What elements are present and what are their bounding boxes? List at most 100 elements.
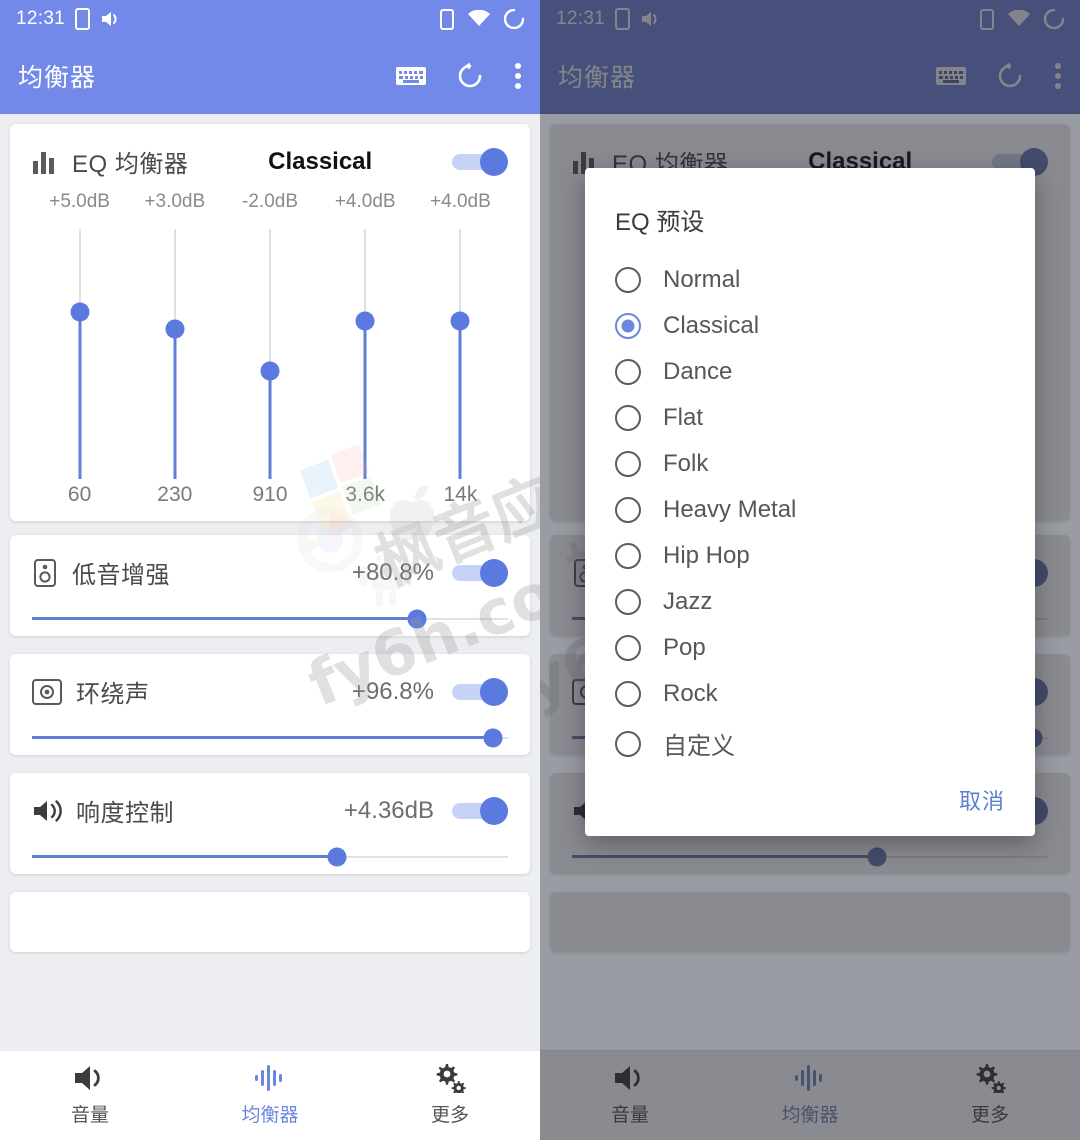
effect-toggle[interactable] xyxy=(452,677,508,706)
eq-band-slider[interactable]: 230 xyxy=(127,229,222,507)
preset-option-label: Classical xyxy=(663,312,760,339)
radio-button[interactable] xyxy=(615,267,641,293)
eq-slider-fill xyxy=(268,370,272,479)
eq-gain-label: +4.0dB xyxy=(430,191,491,212)
effect-card-header: 响度控制 +4.36dB xyxy=(10,773,530,840)
bottom-navigation[interactable]: 音量 均衡器 更多 xyxy=(0,1050,540,1140)
eq-slider-fill xyxy=(78,312,82,479)
nav-item-label: 更多 xyxy=(430,1105,469,1126)
effect-card-partial xyxy=(10,892,530,952)
keyboard-icon[interactable] xyxy=(396,65,426,87)
effect-title: 低音增强 xyxy=(72,562,170,589)
preset-option-label: 自定义 xyxy=(663,733,735,760)
radio-button[interactable] xyxy=(615,681,641,707)
radio-button[interactable] xyxy=(615,497,641,523)
equalizer-bars-icon xyxy=(32,150,58,174)
radio-button[interactable] xyxy=(615,635,641,661)
effect-slider-thumb[interactable] xyxy=(327,847,347,867)
wifi-icon xyxy=(467,10,491,28)
eq-band-slider[interactable]: 3.6k xyxy=(318,229,413,507)
preset-option-rock[interactable]: Rock xyxy=(585,671,1035,717)
effect-value: +4.36dB xyxy=(343,796,434,824)
eq-gain-label: +3.0dB xyxy=(144,191,206,212)
preset-option-heavy-metal[interactable]: Heavy Metal xyxy=(585,487,1035,533)
nav-item-均衡器[interactable]: 均衡器 xyxy=(180,1063,360,1127)
effect-toggle[interactable] xyxy=(452,558,508,587)
nav-item-label: 均衡器 xyxy=(241,1105,299,1126)
preset-option-label: Pop xyxy=(663,634,706,661)
eq-slider-thumb[interactable] xyxy=(355,311,375,331)
eq-band-slider[interactable]: 14k xyxy=(413,229,508,507)
preset-option-folk[interactable]: Folk xyxy=(585,441,1035,487)
effect-slider-thumb[interactable] xyxy=(483,728,503,748)
radio-button[interactable] xyxy=(615,730,641,757)
preset-option-label: Jazz xyxy=(663,588,713,615)
preset-option-jazz[interactable]: Jazz xyxy=(585,579,1035,625)
volume-icon xyxy=(73,1063,107,1093)
screen-equalizer: 12:31 均衡器 EQ 均衡器 Classical +5.0dB +3.0dB… xyxy=(0,0,540,1140)
preset-option-pop[interactable]: Pop xyxy=(585,625,1035,671)
eq-gain-label: +4.0dB xyxy=(334,191,396,212)
eq-band-frequency: 60 xyxy=(67,483,92,506)
phone-icon xyxy=(75,8,91,30)
eq-slider-thumb[interactable] xyxy=(450,311,470,331)
phone-icon xyxy=(440,8,454,30)
preset-option-dance[interactable]: Dance xyxy=(585,349,1035,395)
preset-option-normal[interactable]: Normal xyxy=(585,257,1035,303)
effect-value: +96.8% xyxy=(351,677,434,705)
radio-button[interactable] xyxy=(615,313,641,339)
effect-value: +80.8% xyxy=(351,558,434,586)
page-title: 均衡器 xyxy=(18,64,97,92)
preset-option-label: Heavy Metal xyxy=(663,496,797,523)
preset-option-flat[interactable]: Flat xyxy=(585,395,1035,441)
eq-slider-thumb[interactable] xyxy=(260,361,280,381)
eq-slider-thumb[interactable] xyxy=(165,319,185,339)
overflow-menu-icon[interactable] xyxy=(514,61,522,91)
eq-card-title: EQ 均衡器 xyxy=(72,151,189,178)
effect-card: 低音增强 +80.8% xyxy=(10,535,530,636)
preset-option-classical[interactable]: Classical xyxy=(585,303,1035,349)
effect-card: 响度控制 +4.36dB xyxy=(10,773,530,874)
radio-button[interactable] xyxy=(615,451,641,477)
eq-card-header: EQ 均衡器 Classical xyxy=(10,124,530,191)
refresh-icon[interactable] xyxy=(456,62,484,90)
effect-card: 环绕声 +96.8% xyxy=(10,654,530,755)
eq-band-slider[interactable]: 910 xyxy=(222,229,317,507)
waveform-icon xyxy=(253,1063,287,1093)
radio-button[interactable] xyxy=(615,405,641,431)
effect-slider[interactable] xyxy=(32,840,508,874)
eq-toggle[interactable] xyxy=(451,147,508,176)
radio-button[interactable] xyxy=(615,359,641,385)
scroll-content[interactable]: EQ 均衡器 Classical +5.0dB +3.0dB -2.0dB +4.0d… xyxy=(0,114,540,1050)
eq-slider-fill xyxy=(173,329,177,479)
effect-slider[interactable] xyxy=(32,602,508,636)
preset-option-label: Normal xyxy=(663,266,741,293)
status-time: 12:31 xyxy=(16,8,66,29)
preset-option-hip-hop[interactable]: Hip Hop xyxy=(585,533,1035,579)
effect-card-list: 低音增强 +80.8% 环绕声 +96.8% 响度控制 +4.36dB xyxy=(10,535,530,874)
nav-item-更多[interactable]: 更多 xyxy=(360,1063,540,1127)
effect-slider[interactable] xyxy=(32,721,508,755)
dual-screenshot: 12:31 均衡器 EQ 均衡器 Classical +5.0dB +3.0dB… xyxy=(0,0,1080,1140)
eq-band-frequency: 3.6k xyxy=(345,483,386,506)
effect-slider-thumb[interactable] xyxy=(407,609,427,629)
nav-item-音量[interactable]: 音量 xyxy=(0,1063,180,1127)
eq-band-frequency: 910 xyxy=(252,483,288,506)
radio-button[interactable] xyxy=(615,543,641,569)
eq-slider-thumb[interactable] xyxy=(70,302,90,322)
eq-gain-label: +5.0dB xyxy=(49,191,110,212)
preset-option-list[interactable]: Normal Classical Dance Flat Folk Heavy Metal H… xyxy=(585,257,1035,770)
effect-toggle[interactable] xyxy=(452,796,508,825)
cancel-button[interactable]: 取消 xyxy=(959,784,1005,816)
preset-option-label: Flat xyxy=(663,404,704,431)
screen-eq-preset-dialog: 12:31 均衡器 EQ 均衡器 Classical EQ 预设 Normal … xyxy=(540,0,1080,1140)
eq-band-slider[interactable]: 60 xyxy=(32,229,127,507)
preset-option-自定义[interactable]: 自定义 xyxy=(585,717,1035,770)
eq-slider-fill xyxy=(458,320,462,479)
effect-slider-fill xyxy=(32,617,417,620)
radio-button[interactable] xyxy=(615,589,641,615)
eq-preset-value[interactable]: Classical xyxy=(268,148,372,176)
app-bar: 均衡器 xyxy=(0,38,540,114)
eq-sliders[interactable]: 60 230 910 3.6k 14k xyxy=(32,229,508,507)
volume-icon xyxy=(100,9,122,29)
